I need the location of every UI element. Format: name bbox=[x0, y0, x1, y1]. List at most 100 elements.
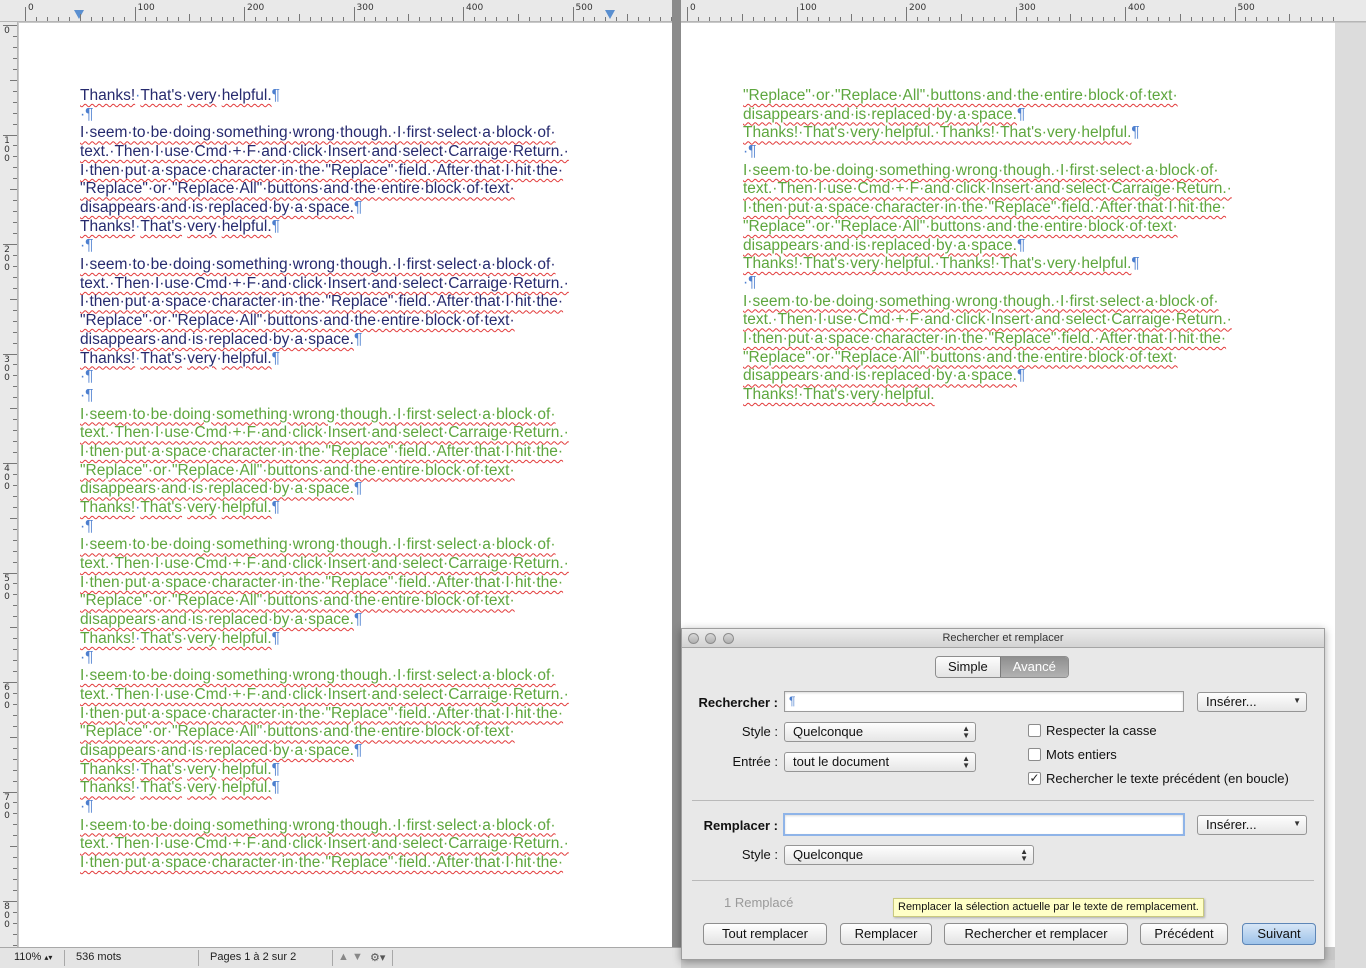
tab-advanced[interactable]: Avancé bbox=[999, 657, 1068, 677]
zoom-level[interactable]: 110% ▴▾ bbox=[14, 951, 52, 963]
horizontal-ruler-left[interactable]: 0 100 200 300 400 500 bbox=[19, 0, 672, 22]
text-line[interactable]: Thanks!·That's·very·helpful.¶ bbox=[80, 350, 569, 369]
ruler-tick bbox=[1256, 17, 1258, 21]
text-line[interactable]: Thanks!·That's·very·helpful.¶ bbox=[80, 779, 569, 798]
text-line[interactable]: Thanks!·That's·very·helpful.¶ bbox=[80, 761, 569, 780]
match-case-checkbox[interactable] bbox=[1028, 724, 1041, 737]
text-line[interactable]: text.·Then·I·use·Cmd·+·F·and·click·Inser… bbox=[743, 311, 1232, 330]
scope-popup[interactable]: tout le document ▲ ▼ bbox=[784, 752, 976, 772]
text-line[interactable]: disappears·and·is·replaced·by·a·space.¶ bbox=[743, 106, 1232, 125]
text-line[interactable]: I·seem·to·be·doing·something·wrong·thoug… bbox=[743, 162, 1232, 181]
tab-simple[interactable]: Simple bbox=[936, 657, 1000, 677]
text-line[interactable]: ·¶ bbox=[80, 106, 569, 125]
text-line[interactable]: I·then·put·a·space·character·in·the·"Rep… bbox=[80, 705, 569, 724]
replace-style-popup[interactable]: Quelconque ▲ ▼ bbox=[784, 845, 1034, 865]
page-nav-up-icon[interactable]: ▲ bbox=[338, 951, 349, 963]
text-line[interactable]: Thanks!·That's·very·helpful.¶ bbox=[80, 499, 569, 518]
whole-words-checkbox[interactable] bbox=[1028, 748, 1041, 761]
text-line[interactable]: text.·Then·I·use·Cmd·+·F·and·click·Inser… bbox=[80, 424, 569, 443]
text-line[interactable]: I·seem·to·be·doing·something·wrong·thoug… bbox=[80, 536, 569, 555]
text-line[interactable]: Thanks!·That's·very·helpful. bbox=[743, 386, 1232, 405]
replace-button[interactable]: Remplacer bbox=[840, 923, 932, 945]
text-line[interactable]: disappears·and·is·replaced·by·a·space.¶ bbox=[80, 742, 569, 761]
wrap-search-option[interactable]: ✓ Rechercher le texte précédent (en bouc… bbox=[1028, 771, 1289, 786]
text-line[interactable]: I·seem·to·be·doing·something·wrong·thoug… bbox=[80, 817, 569, 836]
text-line[interactable]: "Replace"·or·"Replace·All"·buttons·and·t… bbox=[743, 349, 1232, 368]
text-line[interactable]: text.·Then·I·use·Cmd·+·F·and·click·Inser… bbox=[80, 555, 569, 574]
zoom-icon[interactable] bbox=[723, 633, 734, 644]
text-line[interactable]: "Replace"·or·"Replace·All"·buttons·and·t… bbox=[743, 87, 1232, 106]
text-line[interactable]: I·then·put·a·space·character·in·the·"Rep… bbox=[80, 443, 569, 462]
text-line[interactable]: "Replace"·or·"Replace·All"·buttons·and·t… bbox=[80, 592, 569, 611]
text-line[interactable]: text.·Then·I·use·Cmd·+·F·and·click·Inser… bbox=[743, 180, 1232, 199]
text-line[interactable]: I·then·put·a·space·character·in·the·"Rep… bbox=[80, 293, 569, 312]
zoom-stepper-icon[interactable]: ▴▾ bbox=[44, 953, 52, 962]
text-line[interactable]: ·¶ bbox=[80, 368, 569, 387]
text-line[interactable]: "Replace"·or·"Replace·All"·buttons·and·t… bbox=[743, 218, 1232, 237]
search-style-popup[interactable]: Quelconque ▲ ▼ bbox=[784, 722, 976, 742]
text-line[interactable]: text.·Then·I·use·Cmd·+·F·and·click·Inser… bbox=[80, 143, 569, 162]
text-line[interactable]: I·then·put·a·space·character·in·the·"Rep… bbox=[743, 199, 1232, 218]
text-line[interactable]: "Replace"·or·"Replace·All"·buttons·and·t… bbox=[80, 462, 569, 481]
text-line[interactable]: ·¶ bbox=[80, 387, 569, 406]
text-line[interactable]: Thanks!·That's·very·helpful.¶ bbox=[80, 87, 569, 106]
previous-button[interactable]: Précédent bbox=[1140, 923, 1228, 945]
wrap-search-checkbox[interactable]: ✓ bbox=[1028, 772, 1041, 785]
horizontal-ruler-right[interactable]: 0 100 200 300 400 500 bbox=[681, 0, 1335, 22]
text-line[interactable]: text.·Then·I·use·Cmd·+·F·and·click·Inser… bbox=[80, 686, 569, 705]
text-line[interactable]: text.·Then·I·use·Cmd·+·F·and·click·Inser… bbox=[80, 275, 569, 294]
vertical-ruler[interactable]: 0 1 0 0 2 0 0 3 0 0 4 0 0 5 0 0 6 0 0 7 0 0 8 0 … bbox=[0, 22, 18, 947]
text-line[interactable]: Thanks!·That's·very·helpful.¶ bbox=[80, 218, 569, 237]
search-input[interactable]: ¶ bbox=[784, 691, 1184, 712]
text-line[interactable]: I·then·put·a·space·character·in·the·"Rep… bbox=[80, 854, 569, 873]
text-line[interactable]: I·then·put·a·space·character·in·the·"Rep… bbox=[743, 330, 1232, 349]
replace-insert-popup[interactable]: Insérer... ▼ bbox=[1197, 815, 1307, 835]
ruler-tick bbox=[13, 386, 17, 388]
text-line[interactable]: I·seem·to·be·doing·something·wrong·thoug… bbox=[80, 667, 569, 686]
text-line[interactable]: ·¶ bbox=[743, 274, 1232, 293]
text-line[interactable]: ·¶ bbox=[743, 143, 1232, 162]
text-line[interactable]: disappears·and·is·replaced·by·a·space.¶ bbox=[743, 237, 1232, 256]
page-nav-down-icon[interactable]: ▼ bbox=[352, 951, 363, 963]
match-case-option[interactable]: Respecter la casse bbox=[1028, 723, 1157, 738]
text-line[interactable]: text.·Then·I·use·Cmd·+·F·and·click·Inser… bbox=[80, 835, 569, 854]
text-line[interactable]: disappears·and·is·replaced·by·a·space.¶ bbox=[80, 199, 569, 218]
dialog-titlebar[interactable]: Rechercher et remplacer bbox=[682, 629, 1324, 648]
text-line[interactable]: "Replace"·or·"Replace·All"·buttons·and·t… bbox=[80, 180, 569, 199]
text-line[interactable]: ·¶ bbox=[80, 649, 569, 668]
text-line[interactable]: ·¶ bbox=[80, 518, 569, 537]
text-line[interactable]: I·seem·to·be·doing·something·wrong·thoug… bbox=[80, 406, 569, 425]
document-page-1[interactable]: Thanks!·That's·very·helpful.¶ ·¶ I·seem·to… bbox=[19, 23, 672, 947]
text-line[interactable]: disappears·and·is·replaced·by·a·space.¶ bbox=[80, 480, 569, 499]
text-line[interactable]: I·seem·to·be·doing·something·wrong·thoug… bbox=[80, 124, 569, 143]
replace-input[interactable] bbox=[783, 813, 1185, 836]
text-line[interactable]: I·seem·to·be·doing·something·wrong·thoug… bbox=[80, 256, 569, 275]
text-line[interactable]: disappears·and·is·replaced·by·a·space.¶ bbox=[80, 611, 569, 630]
text-line[interactable]: ·¶ bbox=[80, 237, 569, 256]
window-scroll-gutter[interactable] bbox=[1335, 23, 1366, 968]
next-button[interactable]: Suivant bbox=[1242, 923, 1316, 945]
text-line[interactable]: disappears·and·is·replaced·by·a·space.¶ bbox=[743, 367, 1232, 386]
search-insert-popup[interactable]: Insérer... ▼ bbox=[1197, 692, 1307, 712]
close-icon[interactable] bbox=[688, 633, 699, 644]
ruler-tick bbox=[1004, 17, 1006, 21]
text-line[interactable]: Thanks!·That's·very·helpful.¶ bbox=[80, 630, 569, 649]
right-indent-marker[interactable] bbox=[605, 10, 615, 19]
text-line[interactable]: "Replace"·or·"Replace·All"·buttons·and·t… bbox=[80, 723, 569, 742]
replace-all-button[interactable]: Tout remplacer bbox=[703, 923, 827, 945]
text-line[interactable]: I·seem·to·be·doing·something·wrong·thoug… bbox=[743, 293, 1232, 312]
text-line[interactable]: Thanks!·That's·very·helpful.·Thanks!·Tha… bbox=[743, 124, 1232, 143]
page-1-text[interactable]: Thanks!·That's·very·helpful.¶ ·¶ I·seem·to… bbox=[80, 87, 569, 873]
text-line[interactable]: I·then·put·a·space·character·in·the·"Rep… bbox=[80, 162, 569, 181]
text-line[interactable]: ·¶ bbox=[80, 798, 569, 817]
page-2-text[interactable]: "Replace"·or·"Replace·All"·buttons·and·t… bbox=[743, 87, 1232, 405]
find-and-replace-button[interactable]: Rechercher et remplacer bbox=[944, 923, 1128, 945]
text-line[interactable]: disappears·and·is·replaced·by·a·space.¶ bbox=[80, 331, 569, 350]
text-line[interactable]: "Replace"·or·"Replace·All"·buttons·and·t… bbox=[80, 312, 569, 331]
minimize-icon[interactable] bbox=[705, 633, 716, 644]
mode-segmented-control[interactable]: Simple Avancé bbox=[935, 656, 1069, 678]
action-gear-icon[interactable]: ⚙▾ bbox=[370, 951, 385, 964]
text-line[interactable]: Thanks!·That's·very·helpful.·Thanks!·Tha… bbox=[743, 255, 1232, 274]
text-line[interactable]: I·then·put·a·space·character·in·the·"Rep… bbox=[80, 574, 569, 593]
whole-words-option[interactable]: Mots entiers bbox=[1028, 747, 1117, 762]
